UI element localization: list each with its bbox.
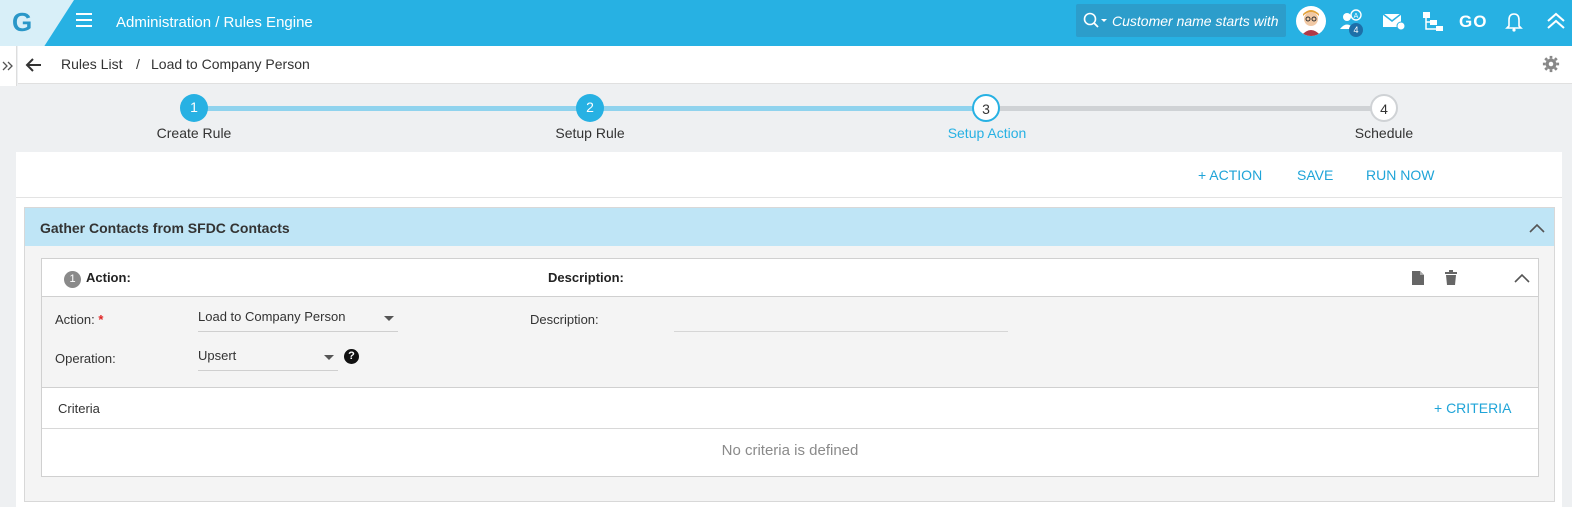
criteria-header: Criteria + CRITERIA	[42, 388, 1538, 429]
criteria-label: Criteria	[58, 401, 100, 416]
sidebar-expand-toggle[interactable]	[0, 46, 17, 86]
step-1-label[interactable]: Create Rule	[114, 125, 274, 141]
chevron-up-icon[interactable]	[1514, 273, 1530, 283]
run-now-button[interactable]: RUN NOW	[1366, 167, 1434, 183]
global-search[interactable]: Customer name starts with	[1076, 4, 1286, 37]
collapse-up-icon[interactable]	[1544, 9, 1570, 35]
mail-settings-icon[interactable]	[1381, 9, 1407, 35]
action-group: Gather Contacts from SFDC Contacts 1 Act…	[24, 207, 1555, 502]
back-arrow-icon[interactable]	[24, 55, 44, 75]
copy-icon[interactable]	[1411, 270, 1425, 286]
svg-text:A: A	[1354, 13, 1359, 20]
double-chevron-right-icon	[2, 61, 13, 71]
app-logo: G	[12, 7, 33, 37]
top-bar: G Administration / Rules Engine Customer…	[0, 0, 1572, 46]
search-input[interactable]: Customer name starts with	[1112, 13, 1279, 29]
help-icon[interactable]: ?	[344, 349, 359, 364]
caret-down-icon	[384, 316, 394, 321]
add-criteria-button[interactable]: + CRITERIA	[1434, 400, 1511, 416]
go-button[interactable]: GO	[1459, 12, 1487, 32]
user-avatar[interactable]	[1296, 6, 1326, 36]
empty-criteria-message: No criteria is defined	[721, 442, 859, 459]
caret-down-icon	[324, 355, 334, 360]
action-field-label: Action: *	[55, 312, 103, 327]
notification-badge: 4	[1349, 23, 1363, 37]
stepper-remaining-line	[986, 106, 1384, 111]
description-header-label: Description:	[548, 270, 624, 285]
bell-icon[interactable]	[1502, 9, 1528, 35]
action-select-value: Load to Company Person	[198, 309, 346, 324]
action-card-header: 1 Action: Description:	[42, 259, 1538, 297]
action-card: 1 Action: Description: Action: * Load to…	[41, 258, 1539, 477]
page-title: Administration / Rules Engine	[116, 14, 313, 31]
action-header-label: Action:	[86, 270, 131, 285]
setup-action-panel: + ACTION SAVE RUN NOW Gather Contacts fr…	[16, 152, 1562, 507]
hierarchy-icon[interactable]	[1420, 9, 1446, 35]
hamburger-menu-icon[interactable]	[76, 13, 92, 27]
action-number-badge: 1	[64, 271, 81, 288]
operation-field-label: Operation:	[55, 351, 116, 366]
operation-select-value: Upsert	[198, 348, 237, 363]
breadcrumb: Rules List / Load to Company Person	[18, 46, 1572, 84]
gear-icon[interactable]	[1542, 55, 1560, 73]
description-field-label: Description:	[530, 312, 599, 327]
description-input[interactable]	[674, 331, 1008, 332]
rule-wizard-stepper: 1 Create Rule 2 Setup Rule 3 Setup Actio…	[0, 84, 1572, 152]
search-icon[interactable]	[1082, 11, 1108, 29]
step-1-circle[interactable]: 1	[180, 94, 208, 122]
action-field-label-text: Action:	[55, 312, 95, 327]
action-toolbar: + ACTION SAVE RUN NOW	[16, 152, 1562, 198]
step-2-circle[interactable]: 2	[576, 94, 604, 122]
action-group-title: Gather Contacts from SFDC Contacts	[40, 220, 290, 236]
breadcrumb-separator: /	[136, 56, 140, 72]
operation-select[interactable]: Upsert	[198, 339, 338, 371]
breadcrumb-current: Load to Company Person	[151, 56, 310, 72]
logo-container[interactable]: G	[0, 0, 74, 46]
step-4-label[interactable]: Schedule	[1304, 125, 1464, 141]
action-select[interactable]: Load to Company Person	[198, 300, 398, 332]
save-button[interactable]: SAVE	[1297, 167, 1333, 183]
step-4-circle[interactable]: 4	[1370, 94, 1398, 122]
chevron-up-icon[interactable]	[1529, 223, 1545, 233]
action-group-header[interactable]: Gather Contacts from SFDC Contacts	[25, 208, 1554, 246]
action-form: Action: * Load to Company Person Operati…	[42, 297, 1538, 388]
required-marker: *	[98, 312, 104, 327]
step-3-circle[interactable]: 3	[972, 94, 1000, 122]
breadcrumb-rules-list[interactable]: Rules List	[61, 56, 122, 72]
add-action-button[interactable]: + ACTION	[1198, 167, 1262, 183]
step-2-label[interactable]: Setup Rule	[510, 125, 670, 141]
step-3-label[interactable]: Setup Action	[907, 125, 1067, 141]
trash-icon[interactable]	[1444, 270, 1458, 286]
